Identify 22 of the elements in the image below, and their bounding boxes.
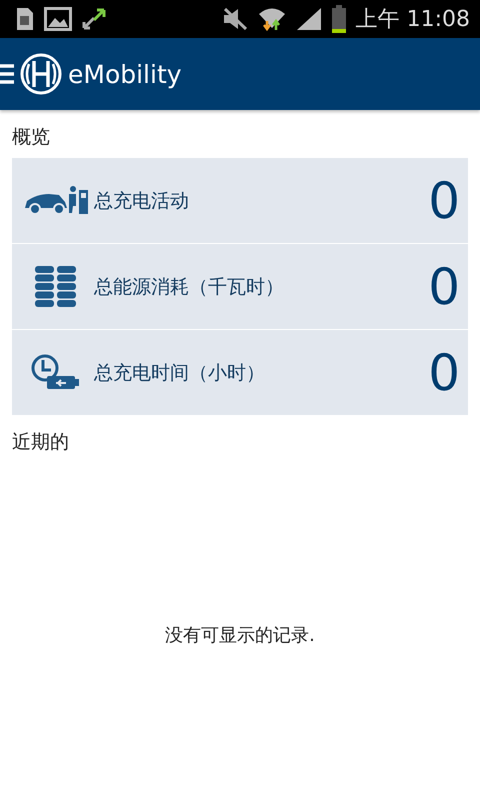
car-charger-icon xyxy=(23,186,89,216)
stat-value: 0 xyxy=(428,344,460,402)
section-heading: 概览 xyxy=(11,125,51,150)
logo-icon xyxy=(20,53,62,95)
app-title: eMobility xyxy=(68,60,182,88)
mute-icon xyxy=(222,7,248,31)
sim-card-icon xyxy=(16,7,34,31)
stat-label: 总能源消耗（千瓦时） xyxy=(94,274,285,300)
stat-label: 总充电活动 xyxy=(94,188,190,214)
signal-icon xyxy=(296,7,322,31)
stat-value: 0 xyxy=(428,258,460,316)
sync-arrows-icon xyxy=(82,8,106,30)
menu-icon[interactable] xyxy=(0,63,14,85)
stat-value: 0 xyxy=(428,172,460,230)
wifi-icon xyxy=(258,6,286,32)
status-time: 上午 11:08 xyxy=(356,6,470,34)
image-icon xyxy=(44,7,72,31)
battery-stack-icon xyxy=(35,266,77,308)
battery-icon xyxy=(332,5,346,33)
section-heading: 近期的 xyxy=(11,430,70,455)
stat-label: 总充电时间（小时） xyxy=(94,360,266,386)
empty-message: 没有可显示的记录. xyxy=(164,624,316,647)
